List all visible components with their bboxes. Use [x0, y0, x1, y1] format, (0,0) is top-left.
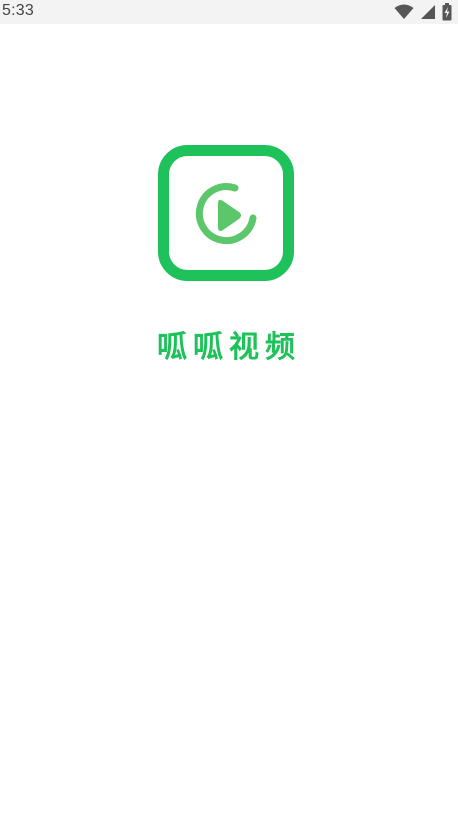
- status-time: 5:33: [2, 2, 34, 19]
- battery-charging-icon: [442, 3, 452, 21]
- status-icons: [394, 2, 452, 22]
- cell-signal-icon: [420, 4, 436, 20]
- app-name: 呱呱视频: [157, 330, 301, 365]
- video-play-logo-icon: [158, 145, 294, 281]
- status-bar: 5:33: [0, 0, 458, 24]
- wifi-icon: [394, 4, 414, 20]
